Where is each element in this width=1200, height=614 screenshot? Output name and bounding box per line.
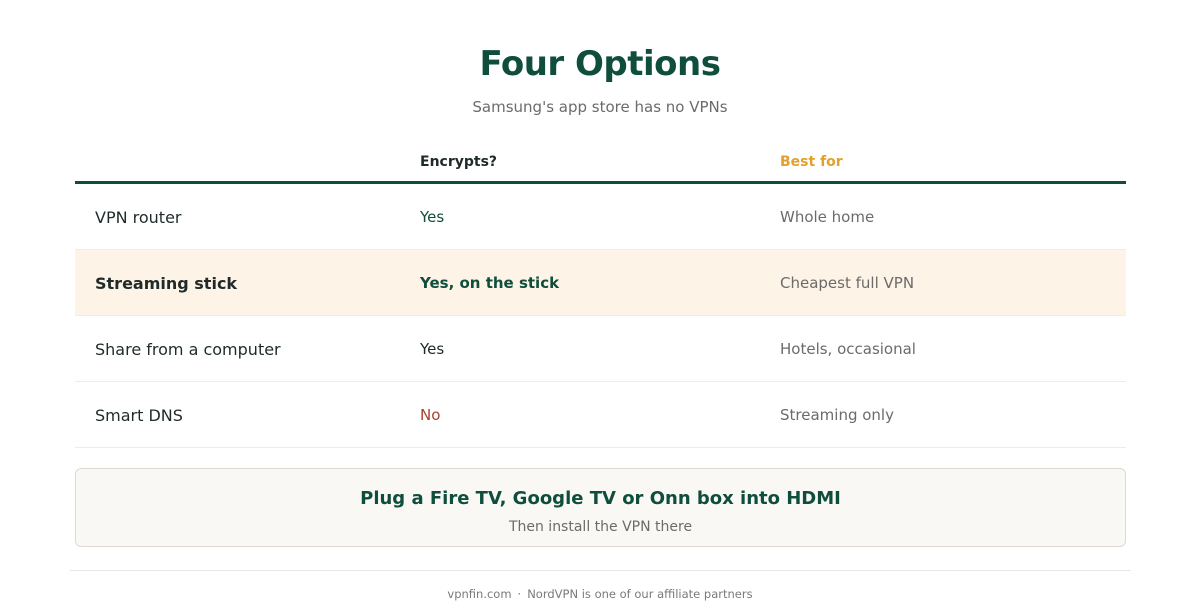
encrypts-value: Yes [420,340,445,358]
option-name: Smart DNS [95,405,183,425]
page-title: Four Options [479,44,721,84]
footer-separator: · [517,587,522,601]
option-name: Share from a computer [95,339,281,359]
column-header-best-for: Best for [780,154,843,170]
recommendation-callout: Plug a Fire TV, Google TV or Onn box int… [75,468,1126,547]
encrypts-value: No [420,406,441,424]
table-row: Smart DNS No Streaming only [75,382,1126,448]
option-name: VPN router [95,207,182,227]
column-header-encrypts: Encrypts? [420,154,498,170]
best-for-value: Whole home [780,208,875,226]
best-for-value: Hotels, occasional [780,340,916,358]
page-subtitle: Samsung's app store has no VPNs [472,98,728,116]
footer-site-link[interactable]: vpnfin.com [447,587,511,601]
encrypts-value: Yes, on the stick [420,274,560,292]
best-for-value: Cheapest full VPN [780,274,915,292]
best-for-value: Streaming only [780,406,894,424]
table-row: Share from a computer Yes Hotels, occasi… [75,316,1126,382]
table-row: VPN router Yes Whole home [75,184,1126,250]
table-row-highlighted: Streaming stick Yes, on the stick Cheape… [75,250,1126,316]
comparison-table: Encrypts? Best for VPN router Yes Whole … [75,144,1126,448]
footer: vpnfin.com · NordVPN is one of our affilia… [0,587,1200,601]
footer-affiliate-note: NordVPN is one of our affiliate partners [527,587,753,601]
callout-subtitle: Then install the VPN there [508,519,693,535]
encrypts-value: Yes [420,208,445,226]
footer-divider [70,570,1131,571]
callout-title: Plug a Fire TV, Google TV or Onn box int… [360,488,841,509]
page: Four Options Samsung's app store has no … [0,0,1200,614]
table-header: Encrypts? Best for [75,144,1126,184]
option-name: Streaming stick [95,273,238,293]
